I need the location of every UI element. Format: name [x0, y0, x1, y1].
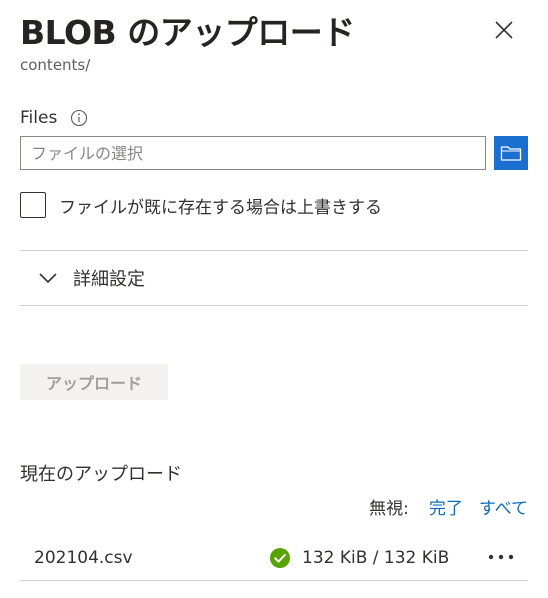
overwrite-checkbox[interactable] [20, 192, 46, 218]
dismiss-options: 無視: 完了 すべて [369, 494, 528, 519]
current-uploads-title: 現在のアップロード [20, 464, 182, 485]
overwrite-option[interactable]: ファイルが既に存在する場合は上書きする [20, 192, 382, 218]
more-icon [488, 554, 514, 560]
folder-icon [500, 146, 522, 161]
file-select-input[interactable] [20, 136, 486, 170]
upload-button[interactable]: アップロード [20, 364, 168, 400]
panel-title: BLOB のアップロード [20, 13, 355, 52]
close-button[interactable] [490, 16, 518, 44]
upload-list-item: 202104.csv 132 KiB / 132 KiB [20, 536, 528, 581]
more-options-button[interactable] [486, 546, 516, 568]
upload-file-name: 202104.csv [34, 548, 133, 568]
chevron-down-icon [39, 273, 57, 284]
browse-files-button[interactable] [494, 136, 528, 170]
divider [20, 305, 528, 306]
upload-blob-panel: BLOB のアップロード contents/ Files ファイルが既に存在する… [0, 0, 548, 598]
files-label: Files [20, 108, 58, 128]
info-icon[interactable] [70, 109, 88, 127]
dismiss-completed-link[interactable]: 完了 [429, 494, 463, 519]
advanced-settings-label: 詳細設定 [73, 269, 145, 290]
dismiss-all-link[interactable]: すべて [479, 494, 528, 519]
dismiss-label: 無視: [369, 499, 409, 519]
overwrite-label: ファイルが既に存在する場合は上書きする [59, 197, 382, 218]
container-path: contents/ [20, 56, 91, 74]
advanced-settings-toggle[interactable]: 詳細設定 [20, 251, 528, 305]
close-icon [495, 21, 513, 39]
check-circle-icon [270, 548, 290, 568]
upload-progress-text: 132 KiB / 132 KiB [302, 548, 450, 568]
